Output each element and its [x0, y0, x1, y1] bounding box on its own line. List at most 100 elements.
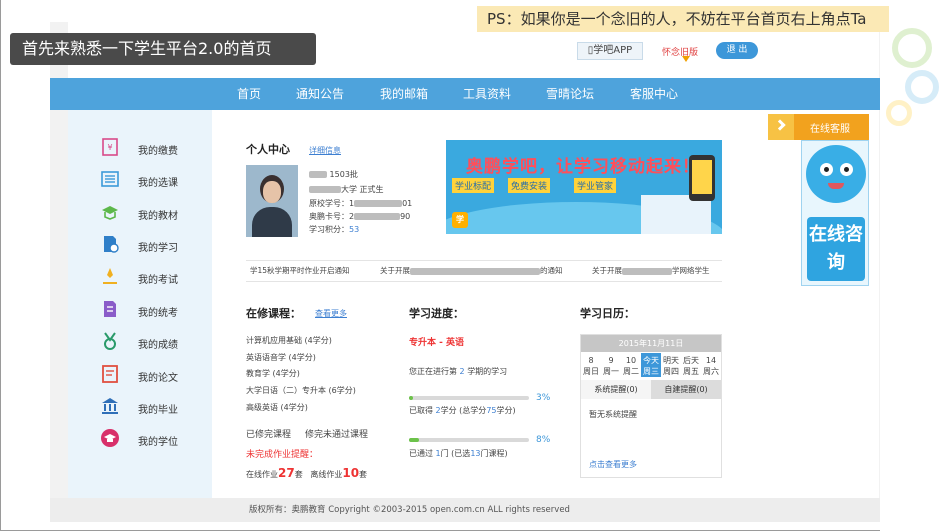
calendar-day-number: 后天 — [683, 356, 699, 365]
calendar-day[interactable]: 8 周日 — [581, 353, 601, 377]
calendar-day[interactable]: 后天 周五 — [681, 353, 701, 377]
logout-button[interactable]: 退 出 — [716, 42, 758, 59]
graduation-building-icon — [102, 398, 118, 414]
avatar — [246, 165, 298, 237]
calendar-empty-text: 暂无系统提醒 — [589, 410, 637, 419]
sidebar-item-payment[interactable]: ¥ 我的缴费 — [100, 137, 200, 159]
ps-annotation: PS：如果你是一个念旧的人，不妨在平台首页右上角点Ta — [477, 6, 889, 32]
calendar-weekday: 周六 — [703, 367, 719, 376]
footer-copyright: 版权所有：奥鹏教育 Copyright ©2003-2015 open.com.… — [249, 505, 570, 515]
calendar-weekday: 周二 — [623, 367, 639, 376]
sidebar-item-label: 我的缴费 — [138, 146, 178, 157]
sidebar-item-grades[interactable]: 我的成绩 — [100, 331, 200, 353]
notice-item[interactable]: 关于开展 的通知 — [380, 261, 563, 281]
tab-custom-reminders[interactable]: 自建提醒(0) — [651, 380, 721, 399]
online-consult-widget[interactable]: 在线咨询 — [801, 140, 869, 286]
calendar-day[interactable]: 今天 周三 — [641, 353, 661, 377]
profile-title: 个人中心 — [246, 143, 290, 156]
sidebar-item-label: 我的教材 — [138, 211, 178, 222]
calendar-date: 2015年11月11日 — [581, 335, 721, 352]
calendar-day[interactable]: 明天 周四 — [661, 353, 681, 377]
app-download-label: 学吧APP — [593, 45, 633, 56]
homework-counts: 在线作业27套 离线作业10套 — [246, 466, 368, 480]
sidebar-item-textbook[interactable]: 我的教材 — [100, 202, 200, 224]
profile-batch: 1503批 — [309, 169, 358, 180]
phone-illustration — [689, 155, 715, 201]
course-item[interactable]: 教育学 (4学分) — [246, 368, 300, 379]
calendar-weekday: 周四 — [663, 367, 679, 376]
promo-banner[interactable]: 奥鹏学吧，让学习移动起来！ 学业标配 免费安装 学业管家 学 — [446, 140, 722, 234]
calendar-weekday: 周五 — [683, 367, 699, 376]
calendar-weekday: 周一 — [603, 367, 619, 376]
credit-text: 已取得 2学分 (总学分75学分) — [409, 406, 516, 415]
sidebar-item-study[interactable]: 我的学习 — [100, 234, 200, 256]
nav-service[interactable]: 客服中心 — [630, 78, 678, 110]
nav-tools[interactable]: 工具资料 — [463, 78, 511, 110]
deco-circle — [892, 28, 932, 68]
notice-item[interactable]: 关于开展 学网络学生 — [592, 261, 710, 281]
sidebar-item-label: 我的选课 — [138, 178, 178, 189]
degree-cap-icon — [101, 429, 119, 447]
tutorial-caption: 首先来熟悉一下学生平台2.0的首页 — [10, 33, 316, 65]
study-calendar: 2015年11月11日 8 周日 9 周一 10 周二 今天 周三 明天周四 后天周五 14 周六 系… — [580, 334, 722, 478]
calendar-day-number: 9 — [608, 356, 614, 365]
nav-mailbox[interactable]: 我的邮箱 — [380, 78, 428, 110]
banner-headline: 奥鹏学吧，让学习移动起来！ — [466, 157, 700, 177]
calendar-day[interactable]: 9 周一 — [601, 353, 621, 377]
study-icon — [104, 236, 119, 253]
svg-text:¥: ¥ — [107, 143, 112, 152]
sidebar-item-label: 我的成绩 — [138, 340, 178, 351]
course-progress-percent: 8% — [536, 435, 551, 445]
right-background — [880, 0, 943, 531]
course-item[interactable]: 高级英语 (4学分) — [246, 402, 308, 413]
course-item[interactable]: 大学日语（二）专升本 (6学分) — [246, 385, 356, 396]
old-version-link[interactable]: 怀念旧版 — [662, 45, 698, 62]
calendar-title: 学习日历： — [580, 307, 635, 320]
course-progress-fill — [409, 438, 419, 442]
nav-home[interactable]: 首页 — [237, 78, 261, 110]
app-download-button[interactable]: ▯学吧APP — [577, 42, 643, 60]
nav-forum[interactable]: 雪晴论坛 — [546, 78, 594, 110]
online-service-label: 在线客服 — [810, 124, 850, 135]
profile-detail-link[interactable]: 详细信息 — [309, 145, 341, 156]
sidebar-item-label: 我的统考 — [138, 308, 178, 319]
course-progress-bar — [409, 438, 529, 442]
mascot-icon — [806, 145, 866, 203]
semester-text: 您正在进行第 2 学期的学习 — [409, 367, 508, 376]
sidebar-item-unified-exam[interactable]: 我的统考 — [100, 299, 200, 321]
completed-courses-link[interactable]: 已修完课程 — [246, 427, 291, 440]
nav-notices[interactable]: 通知公告 — [296, 78, 344, 110]
profile-points: 学习积分：53 — [309, 225, 360, 234]
notice-item[interactable]: 学15秋学期平时作业开启通知 — [250, 261, 350, 281]
calendar-day[interactable]: 14 周六 — [701, 353, 721, 377]
online-service-button[interactable]: 在线客服 — [768, 114, 869, 140]
not-passed-courses-link[interactable]: 修完未通过课程 — [305, 427, 368, 440]
profile-card-no: 奥鹏卡号：2 90 — [309, 212, 411, 221]
calendar-weekday: 周三 — [643, 367, 659, 376]
course-item[interactable]: 英语语音学 (4学分) — [246, 352, 316, 363]
sidebar-item-label: 我的学习 — [138, 243, 178, 254]
tab-system-reminders[interactable]: 系统提醒(0) — [581, 380, 651, 399]
deco-circle — [905, 70, 939, 104]
footer: 版权所有：奥鹏教育 Copyright ©2003-2015 open.com.… — [50, 498, 880, 522]
sidebar-item-label: 我的论文 — [138, 373, 178, 384]
calendar-day-number: 8 — [588, 356, 594, 365]
sidebar-item-paper[interactable]: 我的论文 — [100, 364, 200, 386]
sidebar-item-exam[interactable]: 我的考试 — [100, 266, 200, 288]
payment-icon: ¥ — [102, 138, 118, 156]
calendar-more-link[interactable]: 点击查看更多 — [589, 459, 637, 470]
pointer-marker-icon — [682, 56, 690, 62]
courses-more-link[interactable]: 查看更多 — [315, 308, 347, 319]
calendar-day-number: 10 — [625, 356, 637, 365]
sidebar-item-course-select[interactable]: 我的选课 — [100, 169, 200, 191]
sidebar-item-label: 我的考试 — [138, 275, 178, 286]
calendar-day[interactable]: 10 周二 — [621, 353, 641, 377]
credit-progress-bar — [409, 396, 529, 400]
calendar-day-number: 明天 — [663, 356, 679, 365]
banner-tag: 免费安装 — [508, 178, 551, 193]
sidebar-item-degree[interactable]: 我的学位 — [100, 428, 200, 450]
paper-icon — [102, 365, 118, 383]
course-item[interactable]: 计算机应用基础 (4学分) — [246, 335, 332, 346]
progress-title: 学习进度： — [409, 307, 464, 320]
sidebar-item-graduation[interactable]: 我的毕业 — [100, 396, 200, 418]
